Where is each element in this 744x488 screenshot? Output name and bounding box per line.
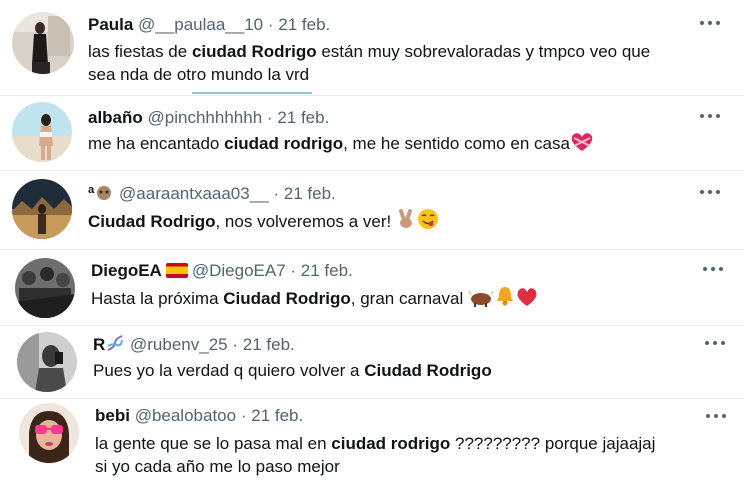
- separator-dot: ·: [240, 406, 247, 425]
- face-savoring-food-icon: [417, 209, 438, 229]
- tweet-text: Hasta la próxima Ciudad Rodrigo, gran ca…: [91, 285, 538, 310]
- highlight-keyword: ciudad rodrigo: [224, 134, 344, 153]
- separator-dot: ·: [290, 261, 297, 280]
- bell-icon: [496, 287, 513, 306]
- handle[interactable]: @rubenv_25: [130, 335, 228, 354]
- tweet-text: Pues yo la verdad q quiero volver a Ciud…: [93, 361, 492, 380]
- highlight-keyword: ciudad rodrigo: [331, 434, 451, 453]
- scroll-indicator: [192, 92, 312, 94]
- highlight-keyword: Ciudad Rodrigo: [88, 212, 216, 231]
- avatar[interactable]: [12, 102, 72, 162]
- timestamp[interactable]: 21 feb.: [284, 184, 336, 203]
- more-options-icon[interactable]: [706, 414, 728, 420]
- handle[interactable]: @__paulaa__10: [138, 15, 263, 34]
- timestamp[interactable]: 21 feb.: [278, 15, 330, 34]
- display-name[interactable]: Paula: [88, 15, 133, 34]
- tweet-paula[interactable]: Paula @__paulaa__10 · 21 feb. las fiesta…: [0, 0, 744, 96]
- handle[interactable]: @aaraantxaaa03__: [119, 184, 269, 203]
- more-options-icon[interactable]: [700, 114, 722, 120]
- separator-dot: ·: [273, 184, 280, 203]
- separator-dot: ·: [267, 15, 274, 34]
- separator-dot: ·: [232, 335, 239, 354]
- spain-flag-icon: [165, 263, 188, 278]
- tweet-text: me ha encantado ciudad rodrigo, me he se…: [88, 132, 594, 155]
- display-name[interactable]: DiegoEA: [91, 261, 162, 280]
- timestamp[interactable]: 21 feb.: [277, 108, 329, 127]
- tweet-araantxa[interactable]: ª @aaraantxaaa03__ · 21 feb. Ciudad Rodr…: [0, 171, 744, 249]
- avatar[interactable]: [12, 179, 72, 239]
- handle[interactable]: @pinchhhhhhh: [148, 108, 263, 127]
- more-options-icon[interactable]: [703, 267, 725, 273]
- display-name[interactable]: bebi: [95, 406, 130, 425]
- highlight-keyword: Ciudad Rodrigo: [223, 289, 351, 308]
- timestamp[interactable]: 21 feb.: [243, 335, 295, 354]
- tweet-rubenv[interactable]: R @rubenv_25 · 21 feb. Pues yo la verdad…: [0, 326, 744, 398]
- victory-hand-icon: [398, 209, 412, 228]
- ox-icon: [468, 290, 494, 307]
- avatar[interactable]: [17, 332, 77, 392]
- tweet-text: la gente que se lo pasa mal en ciudad ro…: [95, 434, 656, 476]
- tweet-diegoea[interactable]: DiegoEA @DiegoEA7 · 21 feb. Hasta la próx…: [0, 250, 744, 325]
- display-name[interactable]: R: [93, 335, 105, 354]
- avatar[interactable]: [15, 258, 75, 318]
- handle[interactable]: @DiegoEA7: [192, 261, 286, 280]
- timestamp[interactable]: 21 feb.: [251, 406, 303, 425]
- highlight-keyword: Ciudad Rodrigo: [364, 361, 492, 380]
- dna-emoji-icon: [107, 335, 124, 351]
- handle[interactable]: @bealobatoo: [135, 406, 236, 425]
- tweet-text: las fiestas de ciudad Rodrigo están muy …: [88, 42, 651, 84]
- tweet-albano[interactable]: albaño @pinchhhhhhh · 21 feb. me ha enca…: [0, 96, 744, 170]
- tweet-bealobatoo[interactable]: bebi @bealobatoo · 21 feb. la gente que …: [0, 399, 744, 488]
- red-heart-icon: [517, 288, 537, 306]
- display-name[interactable]: albaño: [88, 108, 143, 127]
- more-options-icon[interactable]: [700, 190, 722, 196]
- separator-dot: ·: [266, 108, 273, 127]
- sloth-emoji-icon: [97, 186, 112, 200]
- avatar[interactable]: [19, 403, 79, 463]
- tweet-text: Ciudad Rodrigo, nos volveremos a ver!: [88, 208, 440, 233]
- highlight-keyword: ciudad Rodrigo: [191, 42, 317, 61]
- more-options-icon[interactable]: [700, 21, 722, 27]
- avatar[interactable]: [12, 12, 74, 74]
- more-options-icon[interactable]: [705, 341, 727, 347]
- heart-with-ribbon-icon: [571, 133, 593, 151]
- timestamp[interactable]: 21 feb.: [301, 261, 353, 280]
